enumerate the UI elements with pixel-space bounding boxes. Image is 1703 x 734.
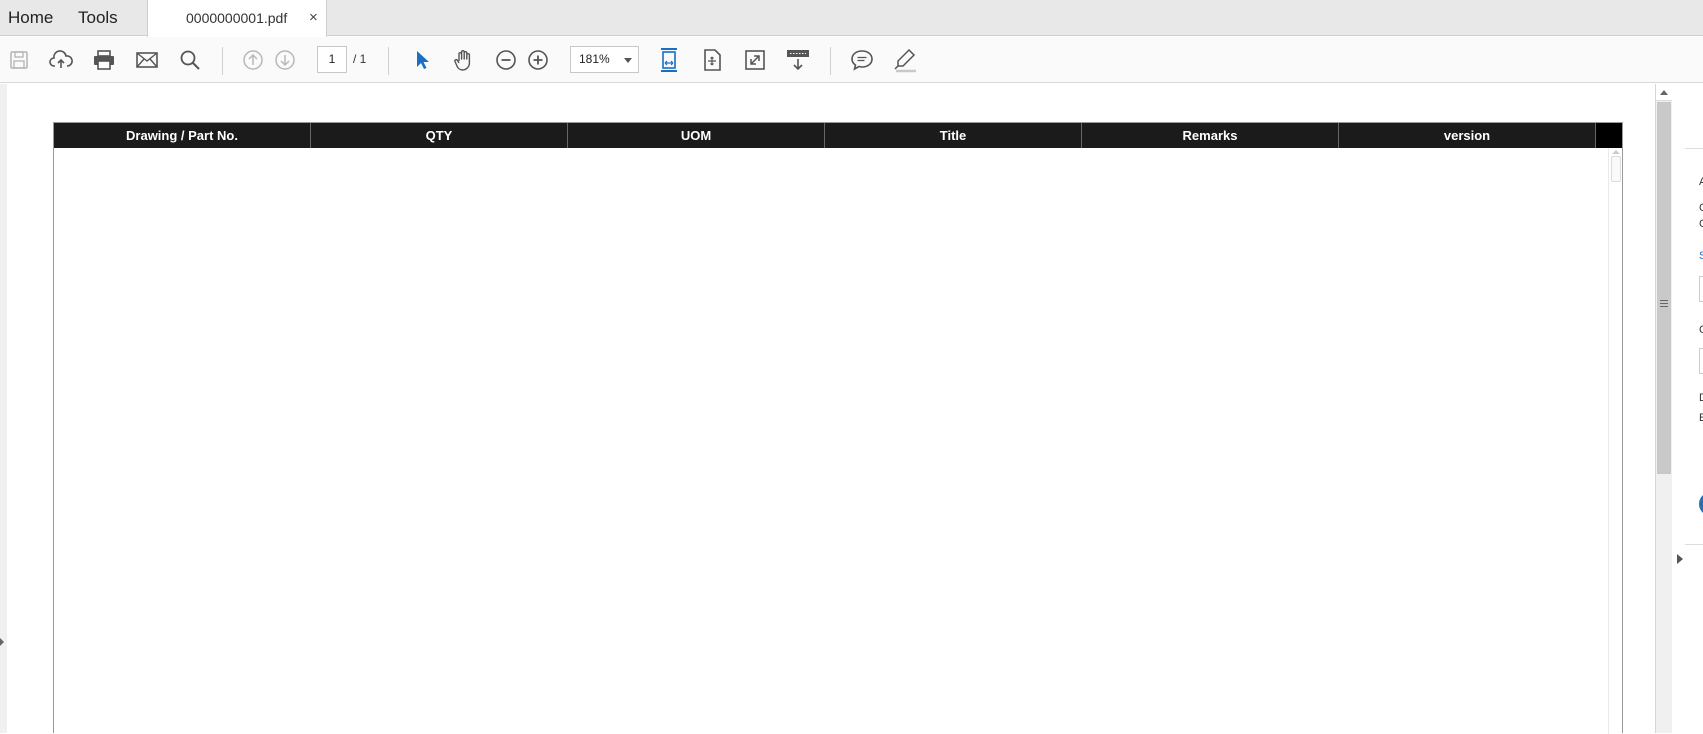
scroll-up-arrow-icon[interactable] [1612, 150, 1620, 154]
scroll-mode-icon[interactable] [783, 45, 813, 75]
print-icon[interactable] [89, 45, 119, 75]
page-number-input[interactable]: 1 [317, 46, 347, 73]
tab-home[interactable]: Home [8, 0, 53, 36]
pane-input-fragment[interactable] [1699, 348, 1703, 374]
toolbar-separator [830, 47, 831, 75]
column-header-qty: QTY [311, 123, 568, 148]
right-pane-toggle-icon[interactable] [1677, 554, 1683, 564]
pane-action-button[interactable] [1699, 492, 1703, 516]
pane-text-fragment: E [1699, 412, 1703, 424]
toolbar: 1 / 1 181% [0, 37, 1703, 83]
tab-bar: Home Tools 0000000001.pdf × [0, 0, 1703, 37]
column-header-remarks: Remarks [1082, 123, 1339, 148]
fit-width-icon[interactable] [654, 45, 684, 75]
table-scrollbar[interactable] [1608, 148, 1622, 734]
email-icon[interactable] [132, 45, 162, 75]
pane-divider [1685, 544, 1703, 545]
scroll-up-button[interactable] [1656, 84, 1672, 101]
grip-icon [1660, 300, 1668, 307]
search-icon[interactable] [175, 45, 205, 75]
zoom-out-icon[interactable] [491, 45, 521, 75]
right-tools-pane: A C C S C D E [1673, 84, 1703, 733]
fit-page-icon[interactable] [697, 45, 727, 75]
left-pane-toggle-icon[interactable] [0, 638, 4, 646]
pane-input-fragment[interactable] [1699, 276, 1703, 302]
pane-link-fragment[interactable]: S [1699, 250, 1703, 262]
pane-divider [1685, 148, 1703, 149]
upload-cloud-icon[interactable] [46, 45, 76, 75]
pdf-page: Drawing / Part No. QTY UOM Title Remarks… [7, 84, 1655, 734]
previous-page-icon[interactable] [238, 45, 268, 75]
pane-text-fragment: C [1699, 218, 1703, 230]
select-cursor-icon[interactable] [407, 45, 437, 75]
zoom-in-icon[interactable] [523, 45, 553, 75]
toolbar-separator [388, 47, 389, 75]
pane-text-fragment: C [1699, 202, 1703, 214]
document-scrollbar[interactable] [1655, 84, 1672, 733]
column-header-drawing-part-no: Drawing / Part No. [54, 123, 311, 148]
document-title: 0000000001.pdf [186, 10, 288, 26]
comment-icon[interactable] [847, 45, 877, 75]
chevron-down-icon [624, 58, 632, 63]
table-header-corner [1596, 123, 1622, 148]
highlight-pen-icon[interactable] [890, 45, 920, 75]
column-header-uom: UOM [568, 123, 825, 148]
page-total-label: / 1 [353, 52, 367, 66]
pane-text-fragment: C [1699, 324, 1703, 336]
close-tab-icon[interactable]: × [309, 0, 318, 35]
save-icon[interactable] [4, 45, 34, 75]
table-header-row: Drawing / Part No. QTY UOM Title Remarks… [54, 123, 1622, 148]
table-scrollbar-thumb[interactable] [1611, 156, 1621, 182]
full-screen-icon[interactable] [740, 45, 770, 75]
document-scrollbar-thumb[interactable] [1657, 102, 1671, 474]
tab-tools[interactable]: Tools [78, 0, 118, 36]
parts-table: Drawing / Part No. QTY UOM Title Remarks… [53, 122, 1623, 734]
column-header-version: version [1339, 123, 1596, 148]
pane-text-fragment: D [1699, 392, 1703, 404]
toolbar-separator [222, 47, 223, 75]
zoom-level-dropdown[interactable]: 181% [570, 46, 639, 73]
hand-tool-icon[interactable] [449, 45, 479, 75]
zoom-level-value: 181% [579, 52, 610, 66]
column-header-title: Title [825, 123, 1082, 148]
document-workspace[interactable]: Drawing / Part No. QTY UOM Title Remarks… [0, 84, 1655, 734]
tab-document[interactable]: 0000000001.pdf × [147, 0, 327, 37]
next-page-icon[interactable] [270, 45, 300, 75]
pane-text-fragment: A [1699, 176, 1703, 188]
